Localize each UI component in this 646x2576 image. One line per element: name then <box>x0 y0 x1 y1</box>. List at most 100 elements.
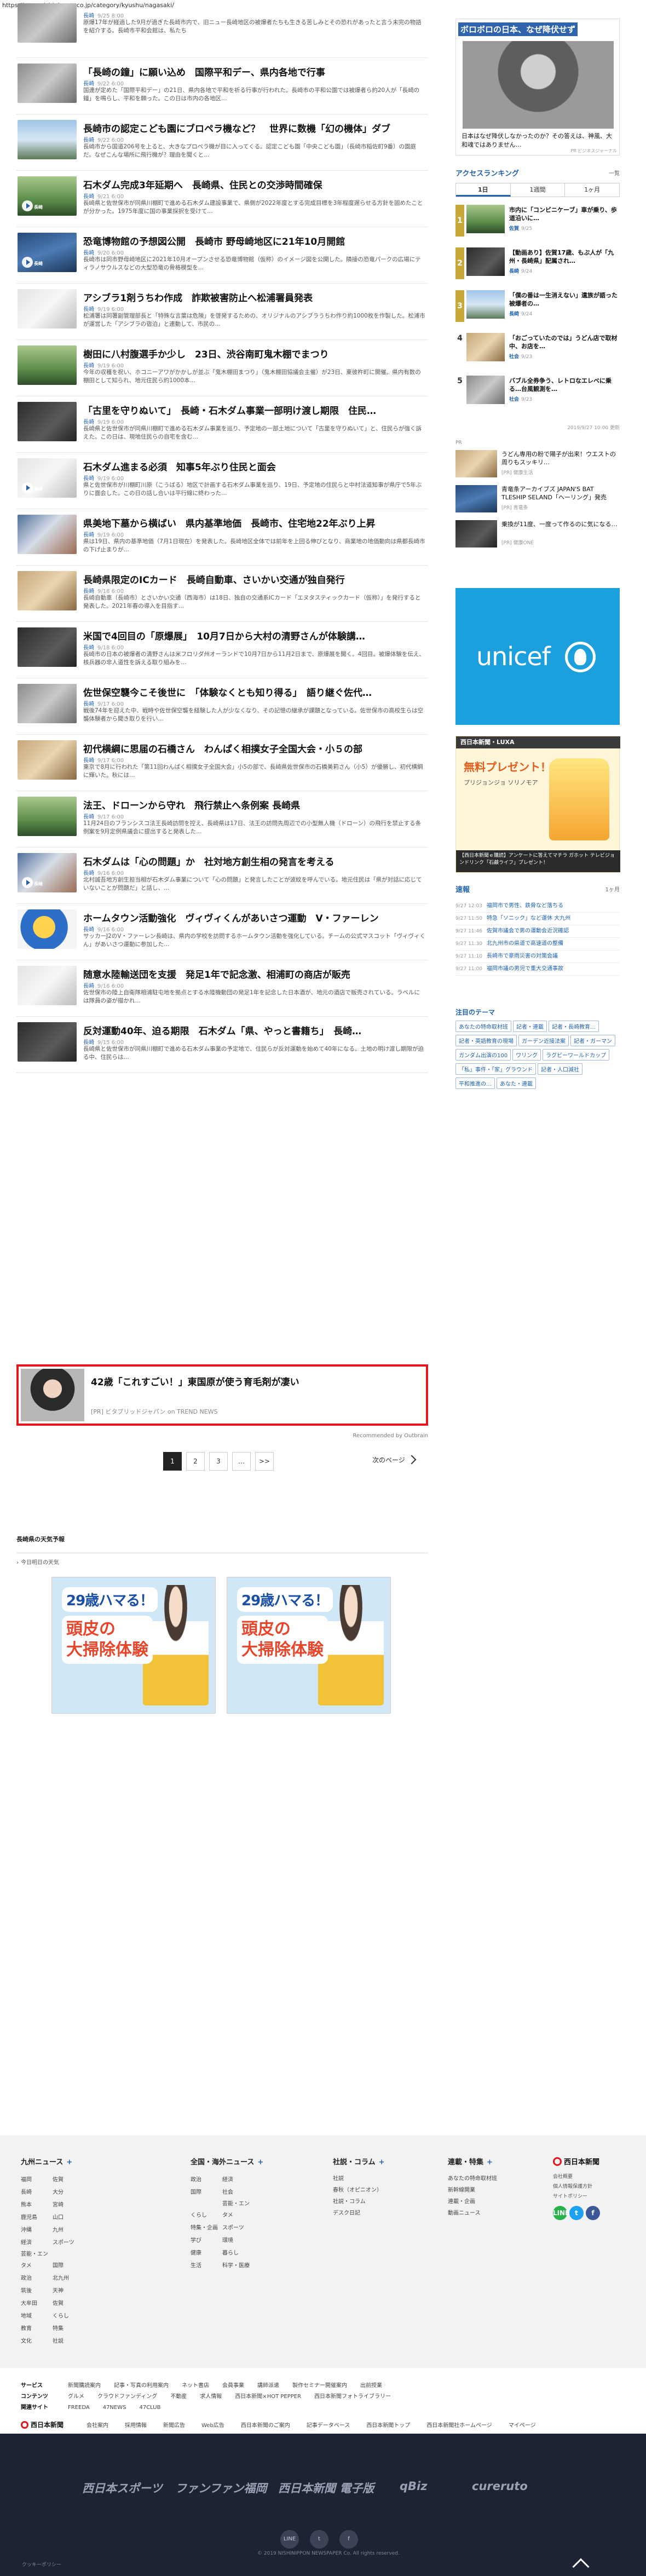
ranking-title[interactable]: 【動画あり】佐賀17歳、もぶ人が「九州・長崎県」配属され… <box>509 249 619 265</box>
theme-chip[interactable]: 記者・英語教育の現場 <box>455 1035 517 1046</box>
footer-col-heading[interactable]: 連載・特集 + <box>448 2156 524 2166</box>
footer-service-link[interactable]: 講師派遣 <box>257 2381 279 2389</box>
footer-link[interactable]: 経済 <box>21 2237 53 2249</box>
footer-link[interactable]: 大分 <box>53 2187 84 2198</box>
page-last[interactable]: >> <box>255 1452 274 1471</box>
article-title[interactable]: 長崎市の認定こども園にブロペラ機など？ 世界に数機「幻の機体」ダブ <box>83 121 428 135</box>
article-thumbnail[interactable] <box>18 515 77 554</box>
footer-link[interactable]: 山口 <box>53 2212 84 2223</box>
article-item[interactable]: 長崎 9/25 8:00 原爆17年が経過した9月が過ぎた長崎市内で、旧ニュー長崎地… <box>16 3 428 58</box>
footer-service-link[interactable]: 不動産 <box>170 2391 187 2400</box>
article-title[interactable]: 石木ダムは「心の問題」か 社対地方創生相の発言を考える <box>83 854 428 868</box>
article-item[interactable]: 法王、ドローンから守れ 飛行禁止へ条例案 長崎県 長崎 9/17 6:00 11月24… <box>16 791 428 848</box>
theme-chip[interactable]: ガンダム出演の100 <box>455 1049 511 1061</box>
pr-title[interactable]: 青竜条アーカイブズ JAPAN'S BAT TLESHIP SELAND「ヘーリ… <box>501 485 620 502</box>
ranking-item[interactable]: 1 市内に「コンビニケーブ」車が乗り、歩道沿いに… 佐賀 9/25 <box>455 203 620 237</box>
footer-link[interactable]: 北九州 <box>53 2273 84 2284</box>
article-thumbnail[interactable] <box>18 289 77 329</box>
unicef-banner[interactable]: unicef <box>455 588 620 725</box>
theme-chip[interactable]: ガーデン近接法案 <box>518 1035 569 1046</box>
article-item[interactable]: 佐世保空襲今こそ後世に 「体験なくとも知り得る」 語り継ぐ佐代… 長崎 9/17 6… <box>16 678 428 735</box>
article-thumbnail[interactable] <box>18 740 77 780</box>
partner-fanfan[interactable]: ファンファン福岡 <box>175 2480 267 2496</box>
corp-link[interactable]: 採用情報 <box>125 2421 147 2429</box>
sidebar-ad[interactable]: ボロボロの日本、なぜ降伏せず 日本はなぜ降伏しなかったのか？その答えは、神風、大… <box>455 19 620 155</box>
article-item[interactable]: 長崎県限定のICカード 長崎自動車、さいかい交通が独自発行 長崎 9/18 6:00… <box>16 566 428 622</box>
article-thumbnail[interactable]: 長崎 <box>18 176 77 216</box>
article-title[interactable]: 石木ダム完成3年延期へ 長崎県、住民との交渉時間確保 <box>83 177 428 191</box>
article-item[interactable]: 県美地下墓から横ばい 県内基準地価 長崎市、住宅地22年ぶり上昇 長崎 9/19 6… <box>16 509 428 566</box>
footer-col-heading[interactable]: 全国・海外ニュース + <box>191 2156 267 2166</box>
footer-link[interactable]: 地域 <box>21 2310 53 2322</box>
breaking-title[interactable]: 長崎市で豪雨災害の対策会議 <box>487 953 558 959</box>
article-title[interactable]: 米国で4回目の「原爆展」 10月7日から大村の清野さんが体験講… <box>83 629 428 642</box>
pr-title[interactable]: うどん専用の粉で陽子が出来！ウエストの周りもスッキリ… <box>501 450 620 466</box>
ranking-thumbnail[interactable] <box>466 290 505 319</box>
corp-link[interactable]: 西日本新聞社ホームページ <box>426 2421 492 2429</box>
promo-title[interactable]: 42歳「これすごい！」東国原が使う育毛剤が凄い <box>91 1374 299 1388</box>
next-page-link[interactable]: 次のページ <box>372 1455 417 1465</box>
article-title[interactable]: 長崎県限定のICカード 長崎自動車、さいかい交通が独自発行 <box>83 572 428 586</box>
footer-link[interactable]: 九州 <box>53 2225 84 2236</box>
breaking-item[interactable]: 9/27 11:50 特急「ソニック」など運休 大九州 <box>455 913 620 925</box>
footer-link[interactable]: 政治 <box>21 2273 53 2284</box>
footer-link[interactable]: 芸能・エンタメ <box>21 2249 53 2272</box>
footer-service-link[interactable]: 製作セミナー開催案内 <box>292 2381 347 2389</box>
footer-link[interactable]: スポーツ <box>222 2222 254 2234</box>
footer-link[interactable]: 健康 <box>191 2247 222 2259</box>
luxa-banner[interactable]: 西日本新聞・LUXA 無料プレゼント！ プリジョンジョ ソリノモア 【西日本新聞… <box>455 736 620 873</box>
footer-link[interactable]: 生活 <box>191 2260 222 2272</box>
page-2[interactable]: 2 <box>186 1452 205 1471</box>
footer-service-link[interactable]: 西日本新聞フォトライブラリー <box>314 2391 391 2400</box>
footer-service-link[interactable]: 記事・写真の利用案内 <box>114 2381 169 2389</box>
footer-link[interactable]: 文化 <box>21 2336 53 2347</box>
footer-link[interactable]: 鹿児島 <box>21 2212 53 2223</box>
article-title[interactable]: 恐竜博物館の予想図公開 長崎市 野母崎地区に21年10月開館 <box>83 234 428 247</box>
pr-item[interactable]: 青竜条アーカイブズ JAPAN'S BAT TLESHIP SELAND「ヘーリ… <box>455 485 620 515</box>
pr-thumbnail[interactable] <box>455 450 497 477</box>
theme-chip[interactable]: 記者・ガーマン <box>570 1035 615 1046</box>
theme-chip[interactable]: 記者・長崎教育… <box>549 1021 599 1032</box>
footer-link[interactable]: 連載・企画 <box>448 2196 524 2208</box>
article-thumbnail[interactable] <box>18 345 77 385</box>
article-item[interactable]: 「長崎の鐘」に願い込め 国際平和デー、県内各地で行事 長崎 9/22 6:00 国連が… <box>16 58 428 114</box>
theme-chip[interactable]: ラグビーワールドカップ <box>543 1049 610 1061</box>
breaking-item[interactable]: 9/27 12:03 福岡市で男性、鉄骨など落ちる <box>455 900 620 913</box>
breaking-title[interactable]: 福岡市議の男児で重大交通事故 <box>487 966 563 972</box>
tab-1week[interactable]: 1週間 <box>511 183 566 197</box>
footer-link[interactable]: 長崎 <box>21 2187 53 2198</box>
theme-chip[interactable]: 記者・人口減社 <box>538 1063 582 1075</box>
footer-service-link[interactable]: グルメ <box>68 2391 84 2400</box>
footer-service-link[interactable]: 会員事業 <box>222 2381 244 2389</box>
corp-link[interactable]: 会社案内 <box>86 2421 108 2429</box>
breaking-title[interactable]: 佐賀市議会で男の運動会近況確認 <box>487 928 569 934</box>
breaking-item[interactable]: 9/27 11:46 佐賀市議会で男の運動会近況確認 <box>455 925 620 938</box>
breaking-more-link[interactable]: 1ヶ月 <box>605 885 620 893</box>
corp-link[interactable]: 西日本新聞トップ <box>366 2421 410 2429</box>
corp-link[interactable]: Web広告 <box>201 2421 224 2429</box>
twitter-icon[interactable]: t <box>310 2530 328 2549</box>
page-3[interactable]: 3 <box>209 1452 228 1471</box>
breaking-item[interactable]: 9/27 11:00 福岡市議の男児で重大交通事故 <box>455 963 620 976</box>
article-title[interactable]: 県美地下墓から横ばい 県内基準地価 長崎市、住宅地22年ぶり上昇 <box>83 516 428 529</box>
footer-link[interactable]: 社会 <box>222 2187 254 2198</box>
article-item[interactable]: 反対運動40年、迫る期限 石木ダム「県、やっと書籍ち」 長崎… 長崎 9/15 6:… <box>16 1017 428 1073</box>
partner-denshiban[interactable]: 西日本新聞 電子版 <box>278 2480 374 2496</box>
footer-link[interactable]: 宮崎 <box>53 2199 84 2211</box>
theme-chip[interactable]: ワリング <box>512 1049 541 1061</box>
footer-link[interactable]: 芸能・エンタメ <box>222 2198 254 2221</box>
article-thumbnail[interactable]: 長崎 <box>18 458 77 498</box>
footer-link[interactable]: 国際 <box>53 2260 84 2272</box>
weather-subheading[interactable]: 今日明日の天気 <box>16 1558 59 1566</box>
article-title[interactable]: アシブラ1剤うちわ作成 詐欺被害防止へ松浦署員発表 <box>83 290 428 304</box>
footer-service-link[interactable]: 新聞購読案内 <box>68 2381 101 2389</box>
scroll-top-icon[interactable] <box>572 2558 590 2575</box>
breaking-item[interactable]: 9/27 11:10 長崎市で豪雨災害の対策会議 <box>455 950 620 963</box>
article-title[interactable]: 法王、ドローンから守れ 飛行禁止へ条例案 長崎県 <box>83 798 428 811</box>
footer-service-link[interactable]: 47NEWS <box>103 2405 126 2411</box>
corp-link[interactable]: 西日本新聞のご案内 <box>241 2421 290 2429</box>
footer-link[interactable]: 暮らし <box>222 2247 254 2259</box>
theme-chip[interactable]: あなたの特命取材班 <box>455 1021 511 1032</box>
article-title[interactable]: 反対運動40年、迫る期限 石木ダム「県、やっと書籍ち」 長崎… <box>83 1023 428 1037</box>
ranking-title[interactable]: 「僕の番は一生消えない」遺族が語った被爆者の… <box>509 291 619 308</box>
